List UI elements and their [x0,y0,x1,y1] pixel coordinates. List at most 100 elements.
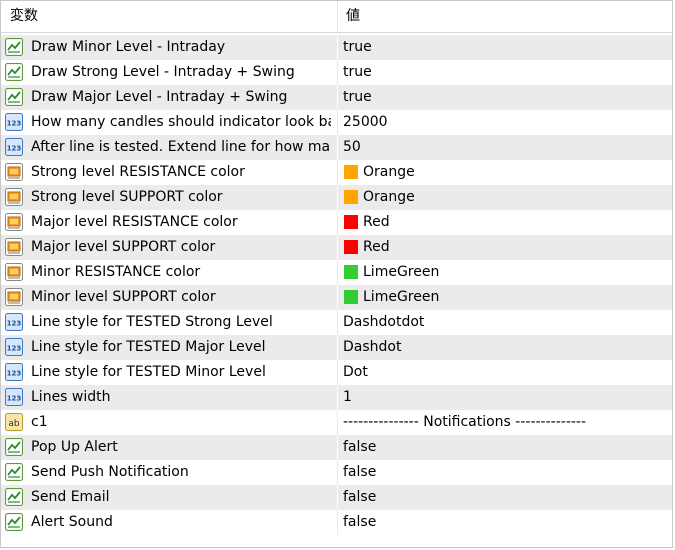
parameter-name: Major level RESISTANCE color [31,214,238,230]
bool-chart-icon [5,488,23,506]
parameter-name: Minor RESISTANCE color [31,264,201,280]
color-swatch[interactable] [344,215,358,229]
parameter-name-cell[interactable]: Draw Minor Level - Intraday [1,35,337,60]
parameter-name-cell[interactable]: Minor RESISTANCE color [1,260,337,285]
parameter-value: true [343,39,372,55]
table-row[interactable]: Strong level RESISTANCE color Orange [1,160,672,185]
parameter-name-cell[interactable]: Alert Sound [1,510,337,535]
number-123-icon: 123 [5,363,23,381]
parameter-value-cell[interactable]: LimeGreen [338,285,672,310]
table-row[interactable]: Minor RESISTANCE color LimeGreen [1,260,672,285]
parameter-name: Draw Major Level - Intraday + Swing [31,89,288,105]
table-row[interactable]: ab c1 --------------- Notifications ------… [1,410,672,435]
table-row[interactable]: Draw Minor Level - Intraday true [1,35,672,60]
parameter-value-cell[interactable]: true [338,85,672,110]
header-value-label[interactable]: 値 [346,1,360,32]
parameter-name-cell[interactable]: Draw Major Level - Intraday + Swing [1,85,337,110]
table-row[interactable]: Major level SUPPORT color Red [1,235,672,260]
color-swatch[interactable] [344,290,358,304]
parameter-name-cell[interactable]: 123 After line is tested. Extend line for… [1,135,337,160]
color-swatch[interactable] [344,265,358,279]
parameter-value-cell[interactable]: Red [338,210,672,235]
header-divider [337,1,338,32]
color-swatch[interactable] [344,165,358,179]
color-swatch[interactable] [344,240,358,254]
parameter-name-cell[interactable]: 123 Lines width [1,385,337,410]
bool-chart-icon [5,438,23,456]
table-row[interactable]: 123 Lines width 1 [1,385,672,410]
table-row[interactable]: Major level RESISTANCE color Red [1,210,672,235]
parameter-value-cell[interactable]: false [338,485,672,510]
header-variable-label[interactable]: 変数 [10,1,38,32]
parameter-name: Draw Strong Level - Intraday + Swing [31,64,295,80]
color-palette-icon [5,263,23,281]
parameter-value: 50 [343,139,361,155]
parameter-value-cell[interactable]: Red [338,235,672,260]
table-row[interactable]: Alert Sound false [1,510,672,535]
parameter-value-cell[interactable]: true [338,60,672,85]
table-row[interactable]: Pop Up Alert false [1,435,672,460]
parameter-name-cell[interactable]: 123 Line style for TESTED Major Level [1,335,337,360]
color-palette-icon [5,213,23,231]
parameter-name-cell[interactable]: Send Push Notification [1,460,337,485]
parameter-name-cell[interactable]: Pop Up Alert [1,435,337,460]
parameter-name-cell[interactable]: 123 How many candles should indicator loo… [1,110,337,135]
svg-text:123: 123 [7,145,22,153]
parameter-name-cell[interactable]: Strong level RESISTANCE color [1,160,337,185]
parameter-value-cell[interactable]: Dashdot [338,335,672,360]
table-row[interactable]: Send Push Notification false [1,460,672,485]
color-swatch[interactable] [344,190,358,204]
svg-text:ab: ab [8,419,20,429]
parameter-name-cell[interactable]: ab c1 [1,410,337,435]
parameter-name-cell[interactable]: Minor level SUPPORT color [1,285,337,310]
table-row[interactable]: Strong level SUPPORT color Orange [1,185,672,210]
parameter-name: Minor level SUPPORT color [31,289,216,305]
table-row[interactable]: Draw Major Level - Intraday + Swing true [1,85,672,110]
parameter-value-cell[interactable]: Dot [338,360,672,385]
table-row[interactable]: 123 Line style for TESTED Minor Level Dot [1,360,672,385]
empty-area [1,535,672,547]
parameter-name: Line style for TESTED Minor Level [31,364,266,380]
parameter-value-cell[interactable]: Dashdotdot [338,310,672,335]
table-row[interactable]: Draw Strong Level - Intraday + Swing true [1,60,672,85]
parameter-name-cell[interactable]: Send Email [1,485,337,510]
parameter-value: Dot [343,364,368,380]
parameter-name-cell[interactable]: 123 Line style for TESTED Minor Level [1,360,337,385]
color-palette-icon [5,238,23,256]
parameter-name: Lines width [31,389,111,405]
table-row[interactable]: Send Email false [1,485,672,510]
parameter-name-cell[interactable]: Major level RESISTANCE color [1,210,337,235]
bool-chart-icon [5,513,23,531]
parameter-value-cell[interactable]: 25000 [338,110,672,135]
parameter-value-cell[interactable]: 50 [338,135,672,160]
parameter-name-cell[interactable]: Draw Strong Level - Intraday + Swing [1,60,337,85]
parameter-value-cell[interactable]: true [338,35,672,60]
parameter-value-cell[interactable]: false [338,435,672,460]
parameter-value: false [343,439,377,455]
parameter-value-cell[interactable]: false [338,510,672,535]
table-row[interactable]: Minor level SUPPORT color LimeGreen [1,285,672,310]
string-ab-icon: ab [5,413,23,431]
parameter-name: After line is tested. Extend line for ho… [31,139,331,155]
parameter-value-cell[interactable]: --------------- Notifications ----------… [338,410,672,435]
parameter-value-cell[interactable]: LimeGreen [338,260,672,285]
parameter-value: Orange [363,164,415,180]
parameter-value: true [343,64,372,80]
parameter-name: Strong level RESISTANCE color [31,164,245,180]
parameter-value-cell[interactable]: Orange [338,185,672,210]
table-row[interactable]: 123 How many candles should indicator loo… [1,110,672,135]
parameter-value: false [343,464,377,480]
table-row[interactable]: 123 Line style for TESTED Strong Level Das… [1,310,672,335]
parameter-value-cell[interactable]: Orange [338,160,672,185]
parameter-name-cell[interactable]: Major level SUPPORT color [1,235,337,260]
parameter-value-cell[interactable]: 1 [338,385,672,410]
parameter-value-cell[interactable]: false [338,460,672,485]
table-row[interactable]: 123 After line is tested. Extend line for… [1,135,672,160]
parameter-name-cell[interactable]: Strong level SUPPORT color [1,185,337,210]
table-row[interactable]: 123 Line style for TESTED Major Level Dash… [1,335,672,360]
number-123-icon: 123 [5,138,23,156]
parameter-name-cell[interactable]: 123 Line style for TESTED Strong Level [1,310,337,335]
bool-chart-icon [5,463,23,481]
number-123-icon: 123 [5,338,23,356]
parameter-value: Dashdot [343,339,402,355]
